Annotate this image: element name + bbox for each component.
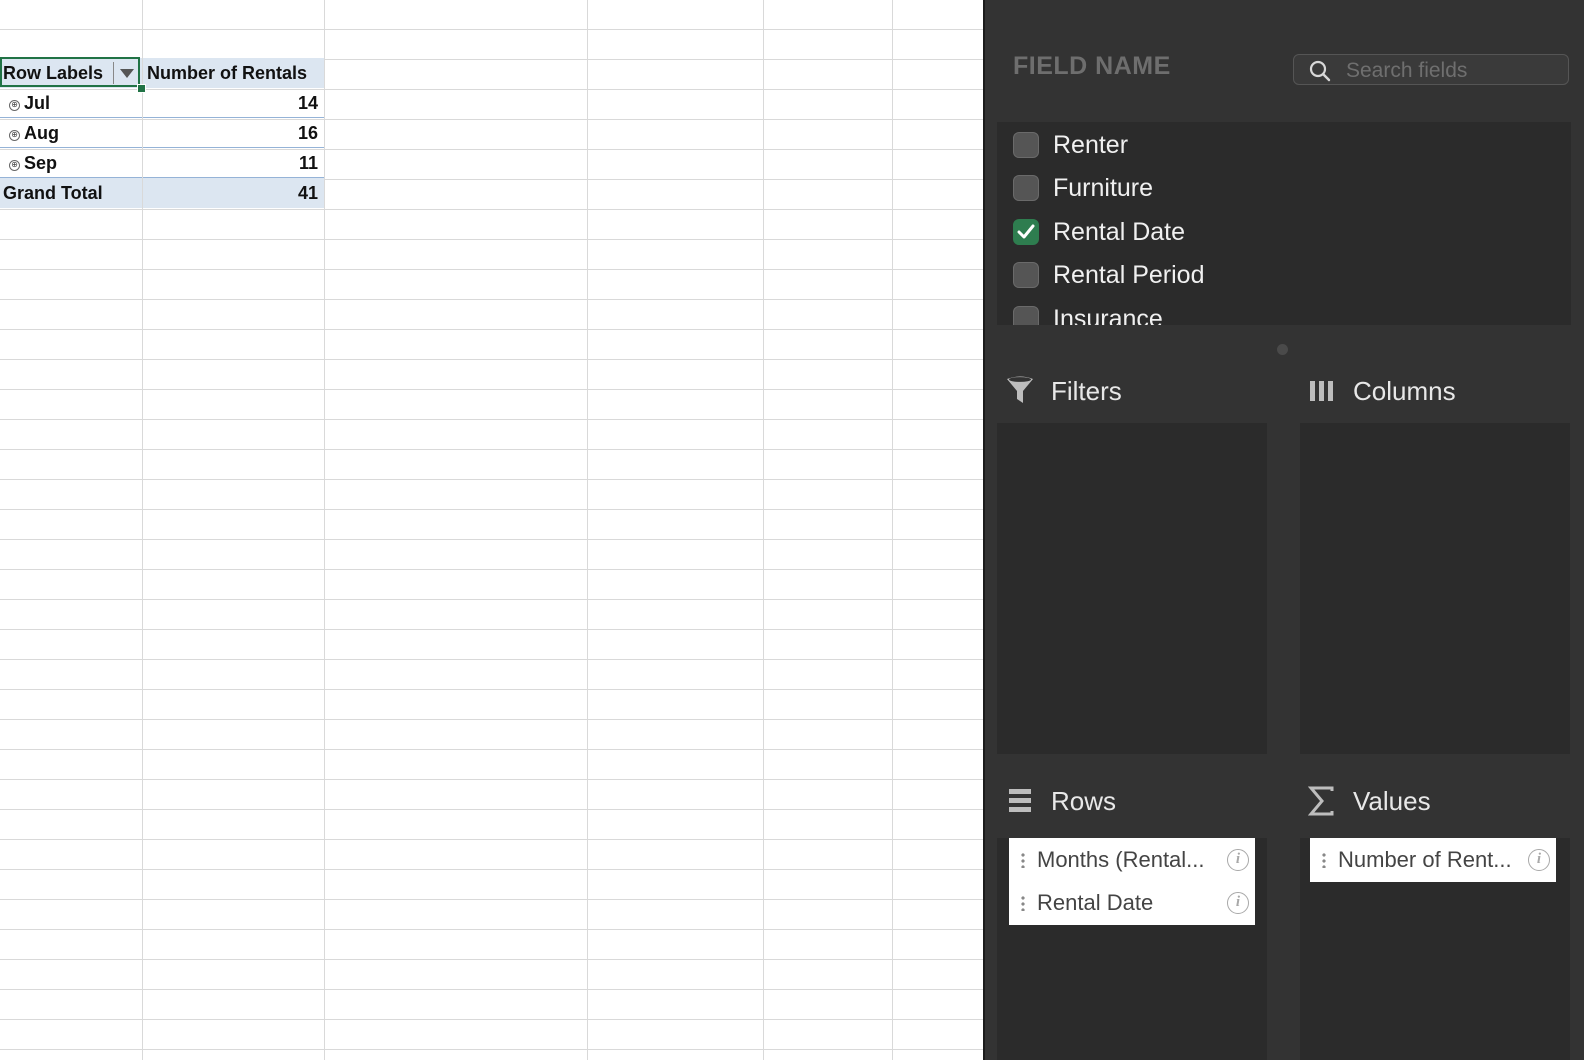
info-icon[interactable]: i [1227, 849, 1249, 871]
row-label-text: Sep [24, 153, 58, 173]
columns-drop-zone[interactable] [1300, 423, 1570, 754]
columns-area-title: Columns [1305, 374, 1456, 408]
drag-handle-icon[interactable] [1322, 852, 1326, 868]
expand-icon[interactable]: ⊕ [9, 160, 20, 171]
info-icon[interactable]: i [1227, 892, 1249, 914]
field-item-rental-period[interactable]: Rental Period [1013, 257, 1204, 293]
pivot-fields-panel: FIELD NAME Renter Furniture Rental Date [983, 0, 1584, 1060]
filters-area-title: Filters [1003, 374, 1122, 408]
search-fields-box[interactable] [1293, 54, 1569, 85]
row-value-sep[interactable]: 11 [143, 148, 324, 178]
row-label-sep[interactable]: ⊕ Sep [0, 148, 142, 178]
columns-icon [1305, 374, 1339, 408]
row-label-aug[interactable]: ⊕ Aug [0, 118, 142, 148]
rows-chip-months[interactable]: Months (Rental... i [1009, 838, 1255, 882]
chip-label: Rental Date [1037, 890, 1154, 915]
values-drop-zone[interactable]: Number of Rent... i [1300, 838, 1570, 1060]
row-value-aug[interactable]: 16 [143, 118, 324, 148]
filters-drop-zone[interactable] [997, 423, 1267, 754]
field-label: Furniture [1053, 173, 1154, 202]
checkbox-rental-date[interactable] [1013, 219, 1039, 245]
chip-label: Months (Rental... [1037, 847, 1205, 872]
drag-handle-icon[interactable] [1021, 895, 1025, 911]
spreadsheet-grid[interactable]: Row Labels Number of Rentals ⊕ Jul 14 ⊕ Au… [0, 0, 992, 1060]
field-name-title: FIELD NAME [1013, 52, 1171, 80]
chip-label: Number of Rent... [1338, 847, 1512, 872]
checkbox-furniture[interactable] [1013, 175, 1039, 201]
field-label: Rental Period [1053, 260, 1205, 289]
sigma-icon [1305, 784, 1339, 818]
active-cell-selection [0, 57, 140, 87]
row-value-jul[interactable]: 14 [143, 88, 324, 118]
values-area-title: Values [1305, 784, 1431, 818]
checkbox-renter[interactable] [1013, 132, 1039, 158]
info-icon[interactable]: i [1528, 849, 1550, 871]
field-list[interactable]: Renter Furniture Rental Date Rental Peri… [997, 122, 1571, 325]
values-chip-number-of-rentals[interactable]: Number of Rent... i [1310, 838, 1556, 882]
grand-total-label[interactable]: Grand Total [0, 178, 142, 208]
checkbox-rental-period[interactable] [1013, 262, 1039, 288]
expand-icon[interactable]: ⊕ [9, 100, 20, 111]
row-label-text: Jul [24, 93, 51, 113]
values-label: Values [1353, 785, 1431, 816]
field-label: Rental Date [1053, 217, 1186, 246]
expand-icon[interactable]: ⊕ [9, 130, 20, 141]
rows-icon [1003, 784, 1037, 818]
funnel-icon [1003, 374, 1037, 408]
field-item-insurance[interactable]: Insurance [1013, 301, 1163, 325]
field-label: Renter [1053, 130, 1129, 159]
checkmark-icon [1017, 224, 1035, 239]
field-item-rental-date[interactable]: Rental Date [1013, 214, 1185, 250]
columns-label: Columns [1353, 375, 1456, 406]
search-icon [1309, 60, 1331, 82]
filters-label: Filters [1051, 375, 1122, 406]
panel-splitter-handle[interactable] [1277, 344, 1288, 355]
number-of-rentals-header[interactable]: Number of Rentals [143, 58, 324, 88]
checkbox-insurance[interactable] [1013, 306, 1039, 325]
rows-chip-rental-date[interactable]: Rental Date i [1009, 881, 1255, 925]
field-item-furniture[interactable]: Furniture [1013, 170, 1153, 206]
drag-handle-icon[interactable] [1021, 852, 1025, 868]
field-label: Insurance [1053, 304, 1163, 326]
fill-handle[interactable] [137, 84, 146, 93]
rows-area-title: Rows [1003, 784, 1116, 818]
row-label-text: Aug [24, 123, 59, 143]
rows-drop-zone[interactable]: Months (Rental... i Rental Date i [997, 838, 1267, 1060]
rows-label: Rows [1051, 785, 1117, 816]
row-label-jul[interactable]: ⊕ Jul [0, 88, 142, 118]
grand-total-value[interactable]: 41 [143, 178, 324, 208]
field-item-renter[interactable]: Renter [1013, 127, 1128, 163]
search-fields-input[interactable] [1344, 57, 1558, 84]
value-header-text: Number of Rentals [147, 63, 308, 83]
